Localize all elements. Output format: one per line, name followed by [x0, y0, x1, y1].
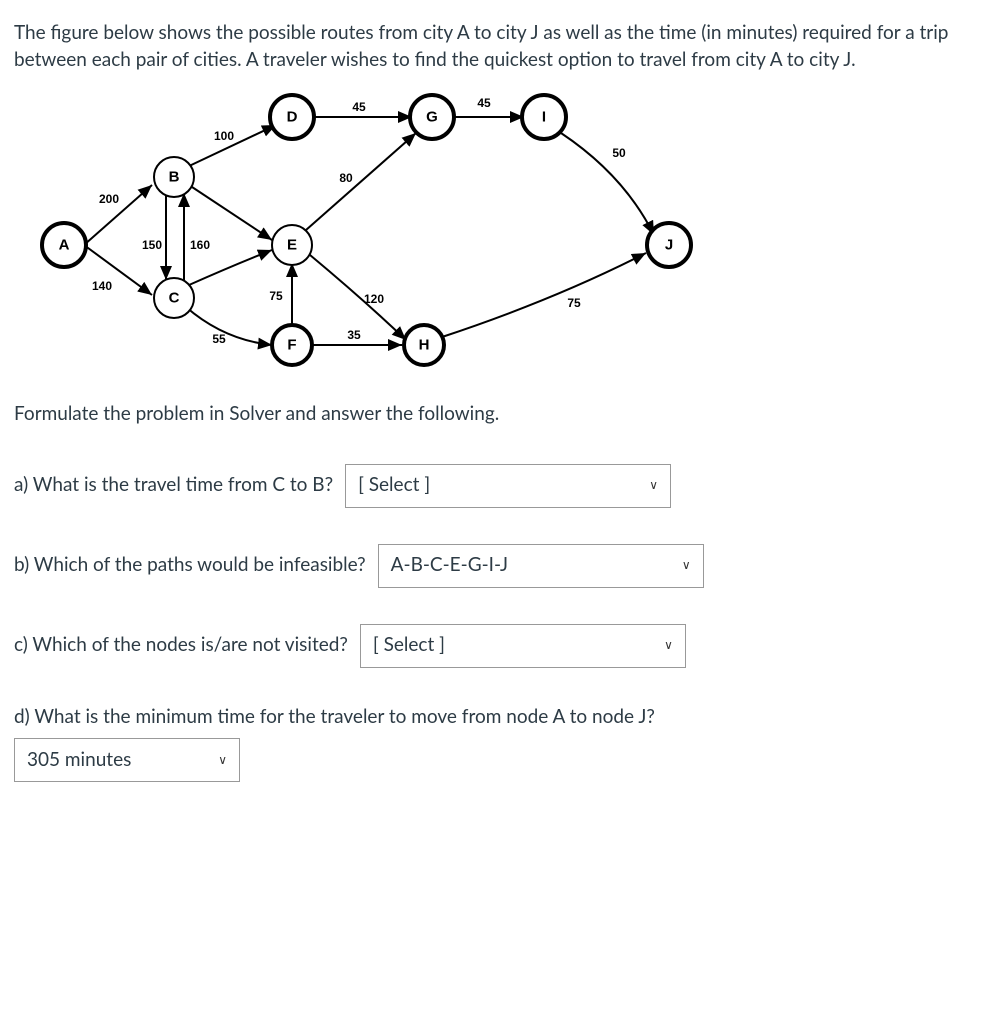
edge-AB: 200: [99, 192, 119, 206]
edge-EH: 120: [364, 292, 384, 306]
question-a: a) What is the travel time from C to B? …: [14, 464, 970, 508]
solver-prompt: Formulate the problem in Solver and answ…: [14, 401, 970, 428]
question-b: b) Which of the paths would be infeasibl…: [14, 544, 970, 588]
chevron-down-icon: ∨: [649, 477, 658, 494]
edge-GI: 45: [477, 96, 491, 110]
edge-HJ: 75: [567, 296, 581, 310]
question-a-label: a) What is the travel time from C to B?: [14, 472, 333, 499]
node-A: A: [59, 237, 70, 254]
node-I: I: [542, 109, 546, 126]
problem-intro: The figure below shows the possible rout…: [14, 20, 970, 73]
answer-c-value: [ Select ]: [373, 632, 445, 659]
network-figure: A B C D E F G H I J 200 140 150 160 100 …: [14, 85, 970, 375]
edge-DG: 45: [352, 100, 366, 114]
node-F: F: [287, 337, 296, 354]
edge-FE: 75: [269, 289, 283, 303]
answer-d-value: 305 minutes: [27, 747, 131, 774]
answer-c-select[interactable]: [ Select ] ∨: [360, 624, 686, 668]
answer-a-value: [ Select ]: [358, 472, 430, 499]
question-b-label: b) Which of the paths would be infeasibl…: [14, 552, 366, 579]
node-C: C: [169, 290, 180, 307]
question-c: c) Which of the nodes is/are not visited…: [14, 624, 970, 668]
node-D: D: [287, 109, 298, 126]
edge-IJ: 50: [612, 146, 626, 160]
answer-b-value: A-B-C-E-G-I-J: [391, 552, 508, 579]
node-J: J: [665, 237, 673, 254]
chevron-down-icon: ∨: [218, 752, 227, 769]
edge-BC: 150: [142, 238, 162, 252]
answer-b-select[interactable]: A-B-C-E-G-I-J ∨: [378, 544, 704, 588]
edge-CB: 160: [190, 238, 210, 252]
answer-a-select[interactable]: [ Select ] ∨: [345, 464, 671, 508]
edge-CF: 55: [212, 332, 226, 346]
question-d: d) What is the minimum time for the trav…: [14, 704, 970, 783]
edge-BD: 100: [214, 129, 234, 143]
chevron-down-icon: ∨: [682, 557, 691, 574]
edge-FH: 35: [347, 328, 361, 342]
node-H: H: [419, 337, 430, 354]
node-E: E: [287, 237, 297, 254]
question-c-label: c) Which of the nodes is/are not visited…: [14, 632, 348, 659]
question-d-label: d) What is the minimum time for the trav…: [14, 704, 970, 731]
chevron-down-icon: ∨: [664, 637, 673, 654]
answer-d-select[interactable]: 305 minutes ∨: [14, 738, 240, 782]
node-G: G: [426, 109, 438, 126]
edge-EG: 80: [339, 171, 353, 185]
node-B: B: [169, 169, 180, 186]
edge-AC: 140: [92, 279, 112, 293]
